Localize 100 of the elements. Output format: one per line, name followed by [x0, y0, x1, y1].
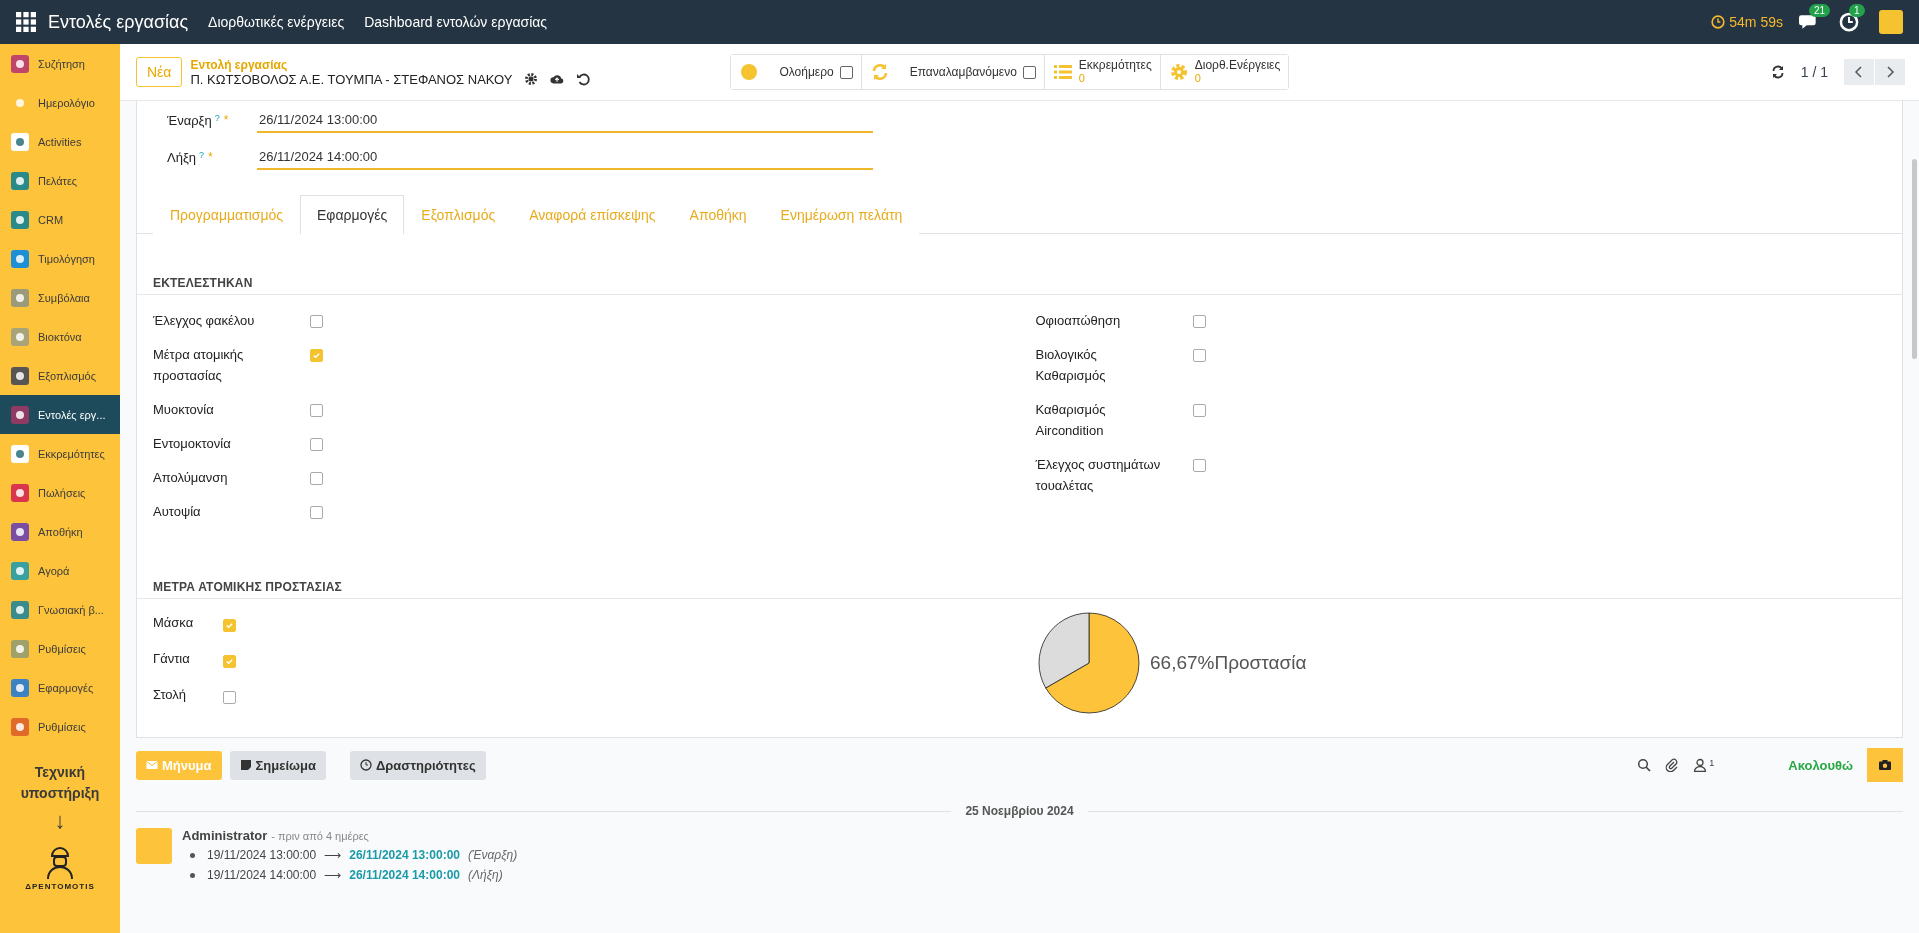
- checkbox[interactable]: [310, 404, 323, 417]
- section-title: ΕΚΤΕΛΕΣΤΗΚΑΝ: [137, 234, 1902, 295]
- checkmark-icon: [225, 621, 234, 630]
- checkbox[interactable]: [839, 65, 853, 79]
- checkmark-icon: [312, 351, 321, 360]
- sidebar-item[interactable]: Τιμολόγηση: [0, 239, 120, 278]
- sidebar-item[interactable]: Αγορά: [0, 551, 120, 590]
- timer[interactable]: 54m 59s: [1711, 14, 1783, 30]
- field-name: (Έναρξη): [468, 847, 518, 864]
- checkbox-label: Μέτρα ατομικής προστασίας: [153, 346, 245, 385]
- checkbox-label: Έλεγχος φακέλου: [153, 312, 256, 330]
- new-value: 26/11/2024 14:00:00: [349, 867, 460, 884]
- checkbox-label: Έλεγχος συστημάτων τουαλέτας: [1035, 456, 1162, 495]
- app-icon: [10, 599, 30, 620]
- stat-label: Εκκρεμότητες: [1078, 59, 1152, 72]
- app-icon: [10, 326, 30, 347]
- search-icon[interactable]: [1637, 758, 1652, 772]
- checkbox-label: Μυοκτονία: [153, 401, 215, 419]
- app-title[interactable]: Εντολές εργασίας: [48, 11, 189, 33]
- bullet: [190, 872, 195, 878]
- app-icon: [10, 209, 30, 230]
- scrollbar[interactable]: [1912, 159, 1917, 359]
- author-name[interactable]: Administrator: [182, 828, 268, 843]
- date-field[interactable]: 26/11/2024 13:00:00: [257, 108, 873, 133]
- sidebar-item[interactable]: Γνωσιακή β...: [0, 590, 120, 629]
- message-time: - πριν από 4 ημέρες: [271, 830, 369, 842]
- camera-icon: [1878, 758, 1892, 772]
- arrow: ⟶: [324, 867, 342, 884]
- stat-label: Ολοήμερο: [778, 65, 834, 79]
- sidebar-item[interactable]: Ρυθμίσεις: [0, 707, 120, 746]
- chatter-button[interactable]: Δραστηριότητες: [349, 750, 486, 780]
- menu-icon[interactable]: [16, 12, 36, 32]
- undo-icon[interactable]: [576, 72, 591, 86]
- refresh-icon[interactable]: [1770, 65, 1785, 79]
- stat-value: 0: [1194, 72, 1202, 85]
- logo-text: ΔΡΕΝΤΟΜΟTIS: [25, 882, 95, 891]
- clock-icon: [1711, 15, 1726, 29]
- sidebar-item[interactable]: Πελάτες: [0, 161, 120, 200]
- app-icon: [10, 716, 30, 737]
- sidebar-item[interactable]: Ρυθμίσεις: [0, 629, 120, 668]
- previous-button[interactable]: [1844, 59, 1874, 85]
- person-icon[interactable]: [1693, 758, 1708, 772]
- checkbox[interactable]: [1192, 404, 1206, 417]
- sidebar-item[interactable]: Συζήτηση: [0, 44, 120, 83]
- follower-count: 1: [1709, 758, 1715, 768]
- sidebar-item[interactable]: Πωλήσεις: [0, 473, 120, 512]
- list-icon: [1052, 62, 1073, 82]
- sidebar-item[interactable]: Συμβόλαια: [0, 278, 120, 317]
- checkbox[interactable]: [310, 438, 323, 451]
- checkbox[interactable]: [1022, 65, 1036, 79]
- checkbox[interactable]: [1192, 315, 1206, 328]
- checkbox[interactable]: [310, 472, 323, 485]
- date-field[interactable]: 26/11/2024 14:00:00: [257, 145, 873, 170]
- checkbox[interactable]: [1192, 349, 1206, 362]
- sidebar-item[interactable]: CRM: [0, 200, 120, 239]
- sidebar-item[interactable]: Activities: [0, 122, 120, 161]
- checkbox[interactable]: [310, 315, 323, 328]
- menu-item[interactable]: Διορθωτικές ενέργειες: [208, 14, 345, 30]
- required-mark: *: [208, 150, 213, 164]
- paperclip-icon[interactable]: [1665, 758, 1680, 772]
- checkbox[interactable]: [310, 506, 323, 519]
- sidebar-item[interactable]: Αποθήκη: [0, 512, 120, 551]
- sidebar-item[interactable]: Ημερολόγιο: [0, 83, 120, 122]
- arrow: ⟶: [324, 847, 342, 864]
- sidebar-item[interactable]: Εφαρμογές: [0, 668, 120, 707]
- clock-icon[interactable]: [1839, 12, 1859, 32]
- menu-item[interactable]: Dashboard εντολών εργασίας: [364, 14, 548, 30]
- stat-value: 0: [1078, 72, 1086, 85]
- next-button[interactable]: [1875, 59, 1905, 85]
- checkbox-label: Στολή: [153, 686, 188, 704]
- stat-button[interactable]: Διορθ.Ενέργειες 0: [1159, 55, 1289, 89]
- old-value: 19/11/2024 13:00:00: [207, 847, 317, 864]
- chat-icon[interactable]: [1799, 12, 1819, 32]
- camera-button[interactable]: [1867, 748, 1903, 782]
- section-title: ΜΕΤΡΑ ΑΤΟΜΙΚΗΣ ΠΡΟΣΤΑΣΙΑΣ: [137, 548, 1902, 599]
- user-avatar[interactable]: [1879, 10, 1903, 34]
- app-icon: [10, 521, 30, 542]
- checkbox-label: Οφιοαπώθηση: [1035, 312, 1122, 330]
- tab[interactable]: Εφαρμογές: [300, 195, 405, 234]
- sidebar-item[interactable]: Εντολές εργ...: [0, 395, 120, 434]
- settings-icon[interactable]: [524, 72, 539, 86]
- bullet: [190, 852, 195, 858]
- app-icon: [10, 365, 30, 386]
- stat-label: Διορθ.Ενέργειες: [1194, 59, 1281, 72]
- app-icon: [10, 638, 30, 659]
- record-name: Π. ΚΩΤΣΟΒΟΛΟΣ Α.Ε. ΤΟΥΜΠΑ - ΣΤΕΦΑΝΟΣ ΝΑΚΟΥ: [190, 71, 513, 87]
- checkbox[interactable]: [223, 691, 236, 704]
- checkbox-label: Καθαρισμός Aircondition: [1035, 401, 1107, 440]
- sidebar-item[interactable]: Βιοκτόνα: [0, 317, 120, 356]
- checkbox-label: Γάντια: [153, 650, 191, 668]
- chatter-button[interactable]: Σημείωμα: [229, 750, 326, 780]
- old-value: 19/11/2024 14:00:00: [207, 867, 317, 884]
- checkbox[interactable]: [1192, 459, 1206, 472]
- app-icon: [10, 53, 30, 74]
- cloud-upload-icon[interactable]: [550, 72, 565, 86]
- support-label: Τεχνική υποστήριξη: [19, 763, 101, 803]
- sidebar-item[interactable]: Εξοπλισμός: [0, 356, 120, 395]
- note-icon: [239, 759, 252, 771]
- app-icon: [10, 131, 30, 152]
- sidebar-item[interactable]: Εκκρεμότητες: [0, 434, 120, 473]
